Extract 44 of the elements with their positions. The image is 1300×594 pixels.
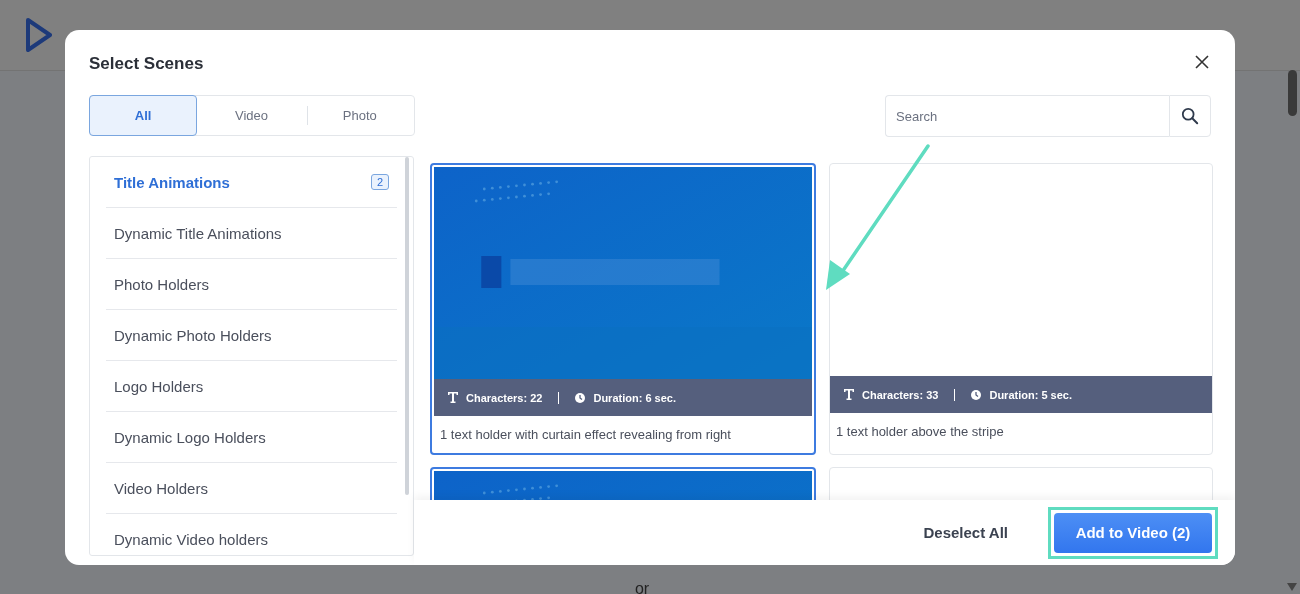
filter-tab[interactable]: All (89, 95, 198, 136)
divider-text: or (634, 580, 650, 594)
scene-description: 1 text holder above the stripe (836, 424, 1004, 439)
search-button[interactable] (1169, 95, 1211, 137)
deselect-all-button[interactable]: Deselect All (917, 523, 1014, 542)
category-item[interactable]: Photo Holders (106, 259, 397, 310)
close-icon[interactable] (1195, 55, 1209, 69)
clock-icon (971, 389, 982, 400)
dialog-title: Select Scenes (89, 54, 204, 74)
category-label: Dynamic Video holders (114, 530, 268, 548)
clock-icon (575, 392, 586, 403)
category-item[interactable]: Dynamic Video holders (106, 514, 397, 555)
duration: Duration: 5 sec. (989, 388, 1072, 401)
category-label: Logo Holders (114, 377, 204, 395)
category-label: Title Animations (114, 173, 230, 191)
scene-card[interactable]: Characters: 33 Duration: 5 sec. 1 text holder above the stripe (829, 163, 1213, 455)
scroll-down-icon[interactable] (1287, 583, 1297, 591)
count-badge: 2 (370, 174, 389, 190)
scrollbar-thumb[interactable] (405, 157, 409, 495)
scene-description: 1 text holder with curtain effect revealing from right (440, 427, 731, 442)
category-label: Dynamic Title Animations (114, 224, 282, 242)
category-label: Dynamic Photo Holders (114, 326, 272, 344)
category-item[interactable]: Title Animations 2 (106, 157, 397, 208)
text-icon (448, 392, 458, 403)
search-field[interactable]: Search (885, 95, 1169, 137)
filter-tab[interactable]: Video (197, 95, 306, 136)
character-count: Characters: 33 (862, 388, 939, 401)
filter-tab[interactable]: Photo (305, 95, 414, 136)
scene-card[interactable]: Characters: 22 Duration: 6 sec. 1 text holder with curtain effect revealing from right (430, 163, 816, 455)
category-item[interactable]: Logo Holders (106, 361, 397, 412)
category-item[interactable]: Video Holders (106, 463, 397, 514)
category-item[interactable]: Dynamic Photo Holders (106, 310, 397, 361)
category-label: Video Holders (114, 479, 208, 497)
add-to-video-button[interactable]: Add to Video (2) (1054, 512, 1212, 553)
logo-icon[interactable] (26, 18, 52, 52)
character-count: Characters: 22 (466, 391, 543, 404)
search-icon[interactable] (1181, 107, 1199, 125)
text-icon (844, 389, 854, 400)
category-label: Dynamic Logo Holders (114, 428, 266, 446)
category-item[interactable]: Dynamic Title Animations (106, 208, 397, 259)
category-item[interactable]: Dynamic Logo Holders (106, 412, 397, 463)
category-label: Photo Holders (114, 275, 210, 293)
duration: Duration: 6 sec. (593, 391, 676, 404)
scrollbar-thumb[interactable] (1288, 70, 1297, 116)
